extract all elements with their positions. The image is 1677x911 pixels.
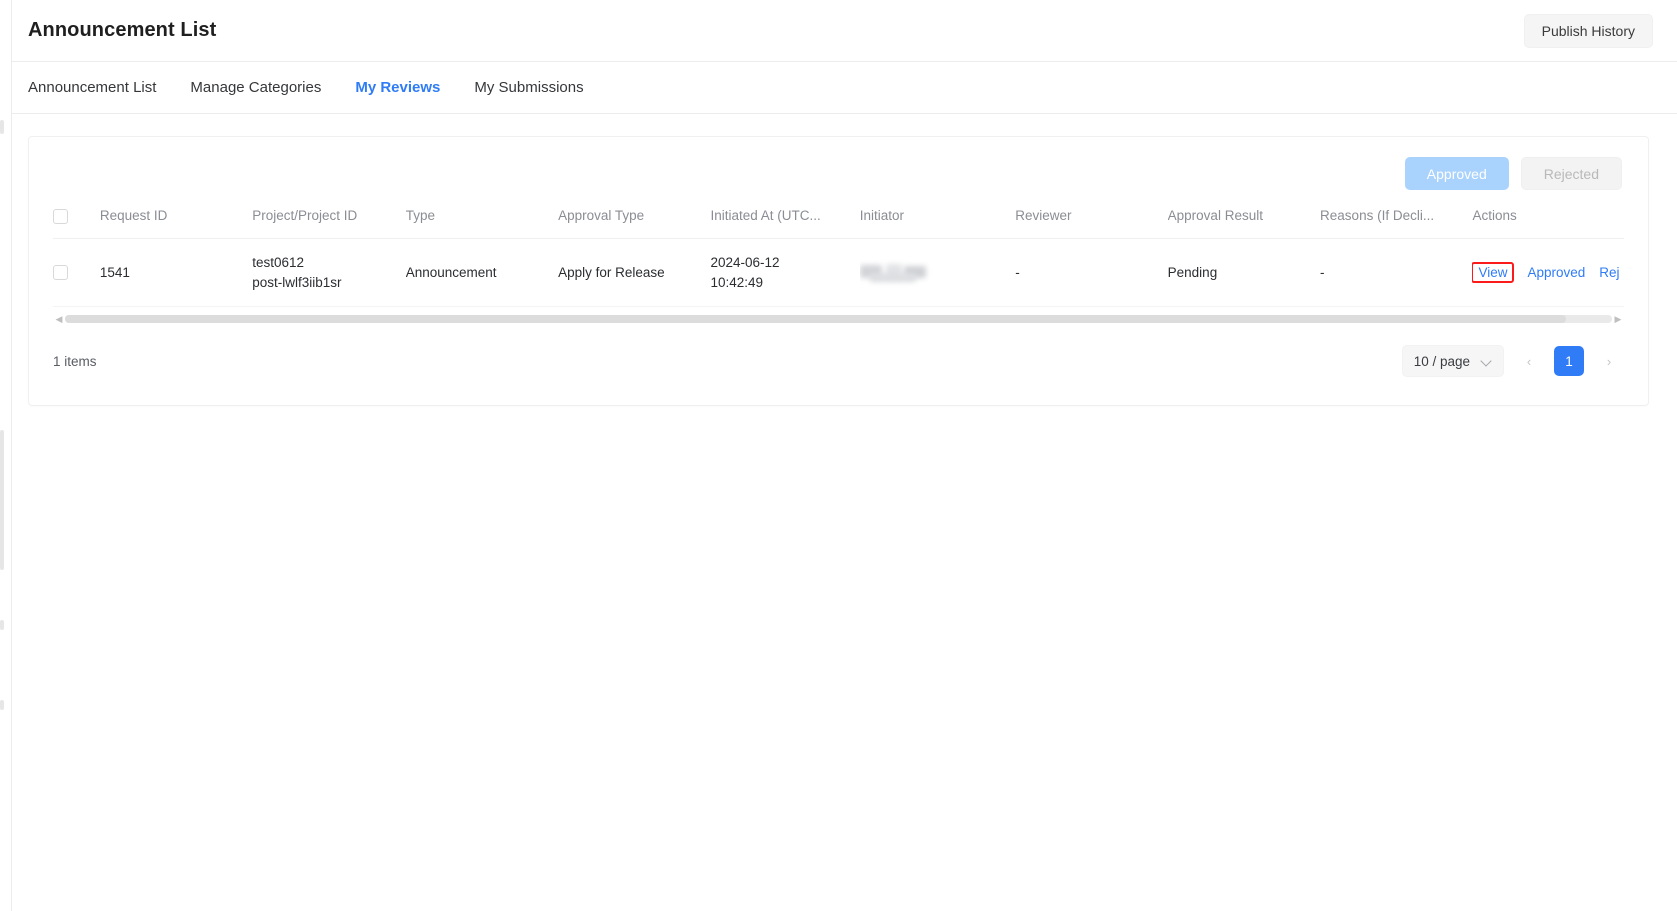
page-size-value: 10 / page: [1414, 354, 1470, 369]
col-header-reasons[interactable]: Reasons (If Decli...: [1320, 204, 1472, 238]
pagination-prev-button[interactable]: ‹: [1514, 346, 1544, 376]
col-header-actions: Actions: [1472, 204, 1624, 238]
pagination: 10 / page ‹ 1 ›: [1402, 345, 1624, 377]
row-checkbox[interactable]: [53, 265, 68, 280]
scroll-right-arrow[interactable]: ▶: [1612, 315, 1624, 324]
rail-nub-lower: [0, 620, 4, 630]
reviews-card: Approved Rejected Request ID Project/Pro…: [28, 136, 1649, 406]
reject-link[interactable]: Rej: [1599, 265, 1619, 280]
cell-reviewer: -: [1015, 238, 1167, 306]
page-header: Announcement List Publish History: [0, 0, 1677, 62]
publish-history-button[interactable]: Publish History: [1524, 14, 1653, 48]
pagination-page-1[interactable]: 1: [1554, 346, 1584, 376]
reviews-table: Request ID Project/Project ID Type Appro…: [53, 204, 1624, 307]
cell-project: test0612 post-lwlf3iib1sr: [252, 238, 405, 306]
chevron-down-icon: [1482, 356, 1492, 366]
page-title: Announcement List: [28, 19, 216, 42]
pagination-next-button[interactable]: ›: [1594, 346, 1624, 376]
items-count-label: 1 items: [53, 354, 97, 369]
col-header-select: [53, 204, 100, 238]
col-header-type[interactable]: Type: [406, 204, 558, 238]
table-wrapper: Request ID Project/Project ID Type Appro…: [53, 204, 1624, 307]
table-horizontal-scrollbar[interactable]: ◀ ▶: [53, 313, 1624, 325]
row-select-cell: [53, 238, 100, 306]
initiator-redacted-name: [860, 264, 926, 281]
table-bulk-actions: Approved Rejected: [53, 157, 1624, 190]
cell-actions: View Approved Rej: [1472, 238, 1624, 306]
col-header-project[interactable]: Project/Project ID: [252, 204, 405, 238]
cell-initiated-at: 2024-06-12 10:42:49: [711, 238, 860, 306]
table-header-row: Request ID Project/Project ID Type Appro…: [53, 204, 1624, 238]
bulk-approved-button[interactable]: Approved: [1405, 157, 1509, 190]
cell-approval-result: Pending: [1168, 238, 1320, 306]
project-id: post-lwlf3iib1sr: [252, 273, 397, 293]
col-header-initiator[interactable]: Initiator: [860, 204, 1016, 238]
cell-approval-type: Apply for Release: [558, 238, 710, 306]
scroll-left-arrow[interactable]: ◀: [53, 315, 65, 324]
scrollbar-thumb[interactable]: [65, 315, 1566, 323]
tab-bar: Announcement List Manage Categories My R…: [0, 62, 1677, 114]
tab-announcement-list[interactable]: Announcement List: [28, 62, 156, 114]
tab-my-submissions[interactable]: My Submissions: [474, 62, 583, 114]
cell-initiator: [860, 238, 1016, 306]
cell-reasons: -: [1320, 238, 1472, 306]
page-size-select[interactable]: 10 / page: [1402, 345, 1504, 377]
initiated-stack: 2024-06-12 10:42:49: [711, 253, 852, 292]
rail-nub-top: [0, 120, 4, 134]
rail-nub-middle[interactable]: [0, 430, 4, 570]
initiated-date: 2024-06-12: [711, 253, 852, 273]
cell-request-id: 1541: [100, 238, 252, 306]
table-body: 1541 test0612 post-lwlf3iib1sr Announcem…: [53, 238, 1624, 306]
col-header-request-id[interactable]: Request ID: [100, 204, 252, 238]
tab-my-reviews[interactable]: My Reviews: [355, 62, 440, 114]
project-stack: test0612 post-lwlf3iib1sr: [252, 253, 397, 292]
select-all-checkbox[interactable]: [53, 209, 68, 224]
table-row[interactable]: 1541 test0612 post-lwlf3iib1sr Announcem…: [53, 238, 1624, 306]
col-header-approval-type[interactable]: Approval Type: [558, 204, 710, 238]
col-header-reviewer[interactable]: Reviewer: [1015, 204, 1167, 238]
table-footer: 1 items 10 / page ‹ 1 ›: [53, 345, 1624, 377]
table-head: Request ID Project/Project ID Type Appro…: [53, 204, 1624, 238]
col-header-initiated-at[interactable]: Initiated At (UTC...: [711, 204, 860, 238]
approve-link[interactable]: Approved: [1527, 265, 1585, 280]
col-header-approval-result[interactable]: Approval Result: [1168, 204, 1320, 238]
bulk-rejected-button[interactable]: Rejected: [1521, 157, 1622, 190]
tab-manage-categories[interactable]: Manage Categories: [190, 62, 321, 114]
scrollbar-track[interactable]: [65, 315, 1612, 323]
header-actions: Publish History: [1524, 14, 1653, 48]
app-root: Announcement List Publish History Announ…: [0, 0, 1677, 911]
project-name: test0612: [252, 253, 397, 273]
rail-nub-bottom: [0, 700, 4, 710]
view-link[interactable]: View: [1472, 262, 1514, 284]
initiated-time: 10:42:49: [711, 273, 852, 293]
left-page-rail: [0, 0, 12, 911]
cell-type: Announcement: [406, 238, 558, 306]
body-area: Approved Rejected Request ID Project/Pro…: [0, 114, 1677, 911]
row-action-links: View Approved Rej: [1472, 264, 1624, 282]
